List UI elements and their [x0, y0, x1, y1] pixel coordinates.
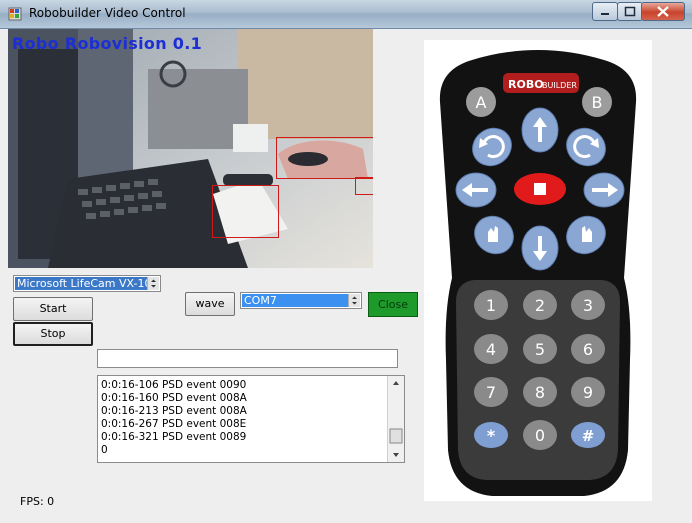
remote-control-panel: ROBO BUILDER A B 1 2 3 4 5 6 7 8 9 * 0 # [424, 40, 652, 501]
close-icon [657, 6, 669, 17]
close-port-button[interactable]: Close [368, 292, 418, 317]
key-2[interactable]: 2 [523, 290, 557, 320]
svg-text:3: 3 [583, 296, 593, 315]
svg-text:1: 1 [486, 296, 496, 315]
svg-text:0: 0 [535, 426, 545, 445]
key-1[interactable]: 1 [474, 290, 508, 320]
brand-bold: ROBO [508, 78, 544, 91]
title-bar: Robobuilder Video Control [0, 0, 692, 29]
app-window: Robobuilder Video Control Robo Robovisio… [0, 0, 692, 523]
stop-key[interactable] [514, 173, 566, 205]
video-overlay-title: Robo Robovision 0.1 [12, 34, 203, 53]
key-7[interactable]: 7 [474, 377, 508, 407]
camera-spinner[interactable] [147, 277, 159, 290]
start-button[interactable]: Start [13, 297, 93, 321]
key-b[interactable]: B [582, 87, 612, 117]
log-scrollbar[interactable] [387, 376, 404, 462]
key-0[interactable]: 0 [523, 420, 557, 450]
brand-thin: BUILDER [542, 81, 577, 90]
svg-text:8: 8 [535, 383, 545, 402]
maximize-icon [624, 6, 636, 17]
log-line: 0:0:16-321 PSD event 0089 [101, 431, 247, 443]
detection-box-3 [355, 177, 373, 195]
key-6[interactable]: 6 [571, 334, 605, 364]
com-port-select-value: COM7 [242, 294, 348, 307]
com-port-spinner[interactable] [348, 294, 360, 307]
event-log[interactable]: 0:0:16-106 PSD event 0090 0:0:16-160 PSD… [97, 375, 405, 463]
down-arrow-key[interactable] [521, 225, 559, 271]
fps-status: FPS: 0 [20, 495, 55, 508]
key-hash[interactable]: # [571, 422, 605, 448]
key-9[interactable]: 9 [571, 377, 605, 407]
camera-select-value: Microsoft LifeCam VX-1000 [15, 277, 147, 290]
scroll-thumb[interactable] [389, 428, 403, 444]
svg-text:7: 7 [486, 383, 496, 402]
maximize-button[interactable] [617, 2, 643, 21]
window-title: Robobuilder Video Control [29, 6, 186, 20]
brand-logo: ROBO BUILDER [503, 73, 579, 93]
command-input[interactable] [97, 349, 398, 368]
svg-text:#: # [582, 427, 595, 445]
key-star[interactable]: * [474, 422, 508, 448]
minimize-button[interactable] [592, 2, 618, 21]
window-close-button[interactable] [641, 2, 685, 21]
detection-box-2 [212, 185, 279, 238]
log-line: 0:0:16-267 PSD event 008E [101, 418, 247, 430]
left-arrow-key[interactable] [455, 172, 497, 208]
right-arrow-key[interactable] [583, 172, 625, 208]
scroll-down-icon[interactable] [393, 453, 399, 457]
key-5[interactable]: 5 [523, 334, 557, 364]
svg-text:A: A [476, 93, 487, 112]
detection-box-1 [276, 137, 373, 179]
wave-button[interactable]: wave [185, 292, 235, 316]
log-line: 0:0:16-106 PSD event 0090 [101, 379, 247, 391]
com-port-select[interactable]: COM7 [240, 292, 362, 309]
svg-text:*: * [487, 426, 496, 445]
key-8[interactable]: 8 [523, 377, 557, 407]
scroll-up-icon[interactable] [393, 381, 399, 385]
up-arrow-key[interactable] [521, 107, 559, 153]
key-a[interactable]: A [466, 87, 496, 117]
key-3[interactable]: 3 [571, 290, 605, 320]
minimize-icon [601, 13, 609, 15]
svg-text:4: 4 [486, 340, 496, 359]
stop-button[interactable]: Stop [13, 322, 93, 346]
camera-select[interactable]: Microsoft LifeCam VX-1000 [13, 275, 161, 292]
svg-text:9: 9 [583, 383, 593, 402]
svg-text:6: 6 [583, 340, 593, 359]
svg-text:2: 2 [535, 296, 545, 315]
app-icon [8, 7, 22, 21]
video-preview: Robo Robovision 0.1 [8, 29, 373, 268]
key-4[interactable]: 4 [474, 334, 508, 364]
svg-text:B: B [592, 93, 603, 112]
spin-arrows-icon [352, 296, 357, 305]
log-line: 0 [101, 444, 108, 456]
svg-text:5: 5 [535, 340, 545, 359]
log-line: 0:0:16-213 PSD event 008A [101, 405, 247, 417]
log-line: 0:0:16-160 PSD event 008A [101, 392, 247, 404]
spin-arrows-icon [151, 279, 156, 288]
